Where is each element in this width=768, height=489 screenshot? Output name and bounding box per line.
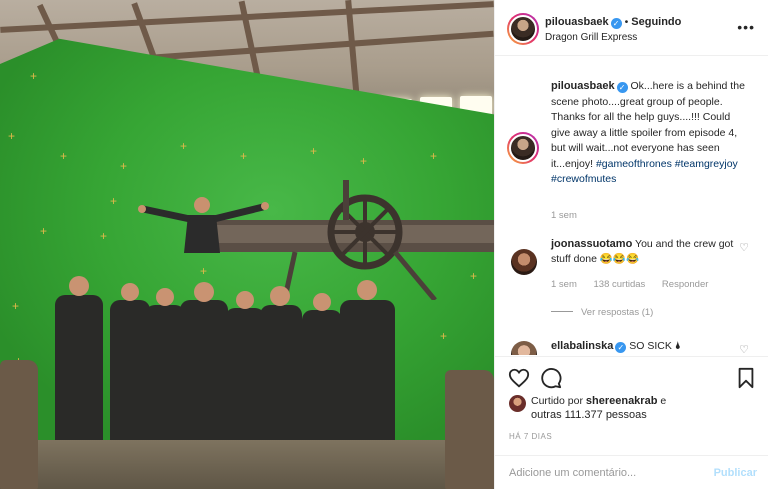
comment-age[interactable]: 1 sem	[551, 279, 577, 290]
post-actions: Curtido por shereenakrab e outras 111.37…	[495, 356, 768, 456]
reply-button[interactable]: Responder	[662, 279, 708, 290]
post-timestamp[interactable]: HÁ 7 DIAS	[509, 432, 552, 441]
commenter-username[interactable]: ellabalinska	[551, 340, 613, 352]
hashtag-link[interactable]: #teamgreyjoy	[675, 158, 738, 170]
verified-badge-icon: ✓	[615, 342, 627, 353]
replies-line	[551, 311, 573, 312]
liked-by: Curtido por shereenakrab e outras 111.37…	[531, 394, 666, 422]
commenter-username[interactable]: joonassuotamo	[551, 238, 632, 250]
liker-avatar[interactable]	[509, 395, 526, 412]
post-photo[interactable]: + + + + + + + + + + + + + + + + +	[0, 0, 494, 489]
liked-by-connector: e	[660, 395, 667, 407]
comment-likes-count[interactable]: 138 curtidas	[594, 279, 646, 290]
bookmark-icon[interactable]	[735, 367, 757, 389]
studio-floor	[0, 440, 494, 489]
comment-item: ellabalinska ✓ SO SICK 🌢	[551, 339, 736, 354]
likes-count-link[interactable]: outras 111.377 pessoas	[531, 409, 647, 421]
comment-input[interactable]: Adicione um comentário...	[509, 467, 636, 479]
comments-list[interactable]: pilouasbaek ✓ Ok...here is a behind the s…	[495, 57, 768, 355]
comment-item: joonassuotamo You and the crew got stuff…	[551, 237, 736, 267]
caption-author-username[interactable]: pilouasbaek	[551, 80, 615, 92]
view-replies-button[interactable]: Ver respostas (1)	[551, 307, 653, 318]
hashtag-link[interactable]: #crewofmutes	[551, 173, 616, 185]
heart-icon[interactable]	[508, 367, 530, 389]
post-header: pilouasbaek ✓ • Seguindo Dragon Grill Expre…	[495, 0, 768, 56]
author-avatar[interactable]	[507, 13, 539, 45]
verified-badge-icon: ✓	[610, 18, 622, 29]
more-options-icon[interactable]: •••	[737, 20, 755, 34]
liker-username[interactable]: shereenakrab	[586, 395, 658, 407]
author-username[interactable]: pilouasbaek	[545, 16, 609, 28]
commenter-avatar[interactable]	[511, 341, 537, 355]
post-location[interactable]: Dragon Grill Express	[545, 32, 637, 43]
caption-age[interactable]: 1 sem	[551, 210, 577, 221]
verified-badge-icon: ✓	[616, 82, 628, 93]
hashtag-link[interactable]: #gameofthrones	[596, 158, 672, 170]
instagram-post: + + + + + + + + + + + + + + + + +	[0, 0, 768, 489]
post-caption: pilouasbaek ✓ Ok...here is a behind the s…	[551, 79, 747, 188]
commenter-avatar[interactable]	[511, 249, 537, 275]
publish-button[interactable]: Publicar	[714, 467, 757, 479]
caption-meta: 1 sem	[551, 210, 591, 221]
comment-like-heart-icon[interactable]: ♡	[739, 241, 749, 254]
add-comment-bar: Adicione um comentário... Publicar	[495, 455, 768, 489]
comment-like-heart-icon[interactable]: ♡	[739, 343, 749, 355]
comment-text: SO SICK 🌢	[629, 340, 682, 352]
comment-bubble-icon[interactable]	[540, 367, 562, 389]
following-button[interactable]: Seguindo	[631, 16, 681, 28]
man-on-ship	[138, 197, 269, 253]
separator-dot: •	[624, 16, 629, 28]
liked-by-prefix: Curtido por	[531, 395, 583, 407]
caption-author-avatar[interactable]	[507, 132, 539, 164]
caption-text: Ok...here is a behind the scene photo...…	[551, 80, 745, 170]
rock-prop	[0, 360, 38, 489]
post-side-panel: pilouasbaek ✓ • Seguindo Dragon Grill Expre…	[494, 0, 768, 489]
comment-meta: 1 sem 138 curtidas Responder	[551, 279, 722, 290]
rock-prop	[445, 370, 494, 489]
